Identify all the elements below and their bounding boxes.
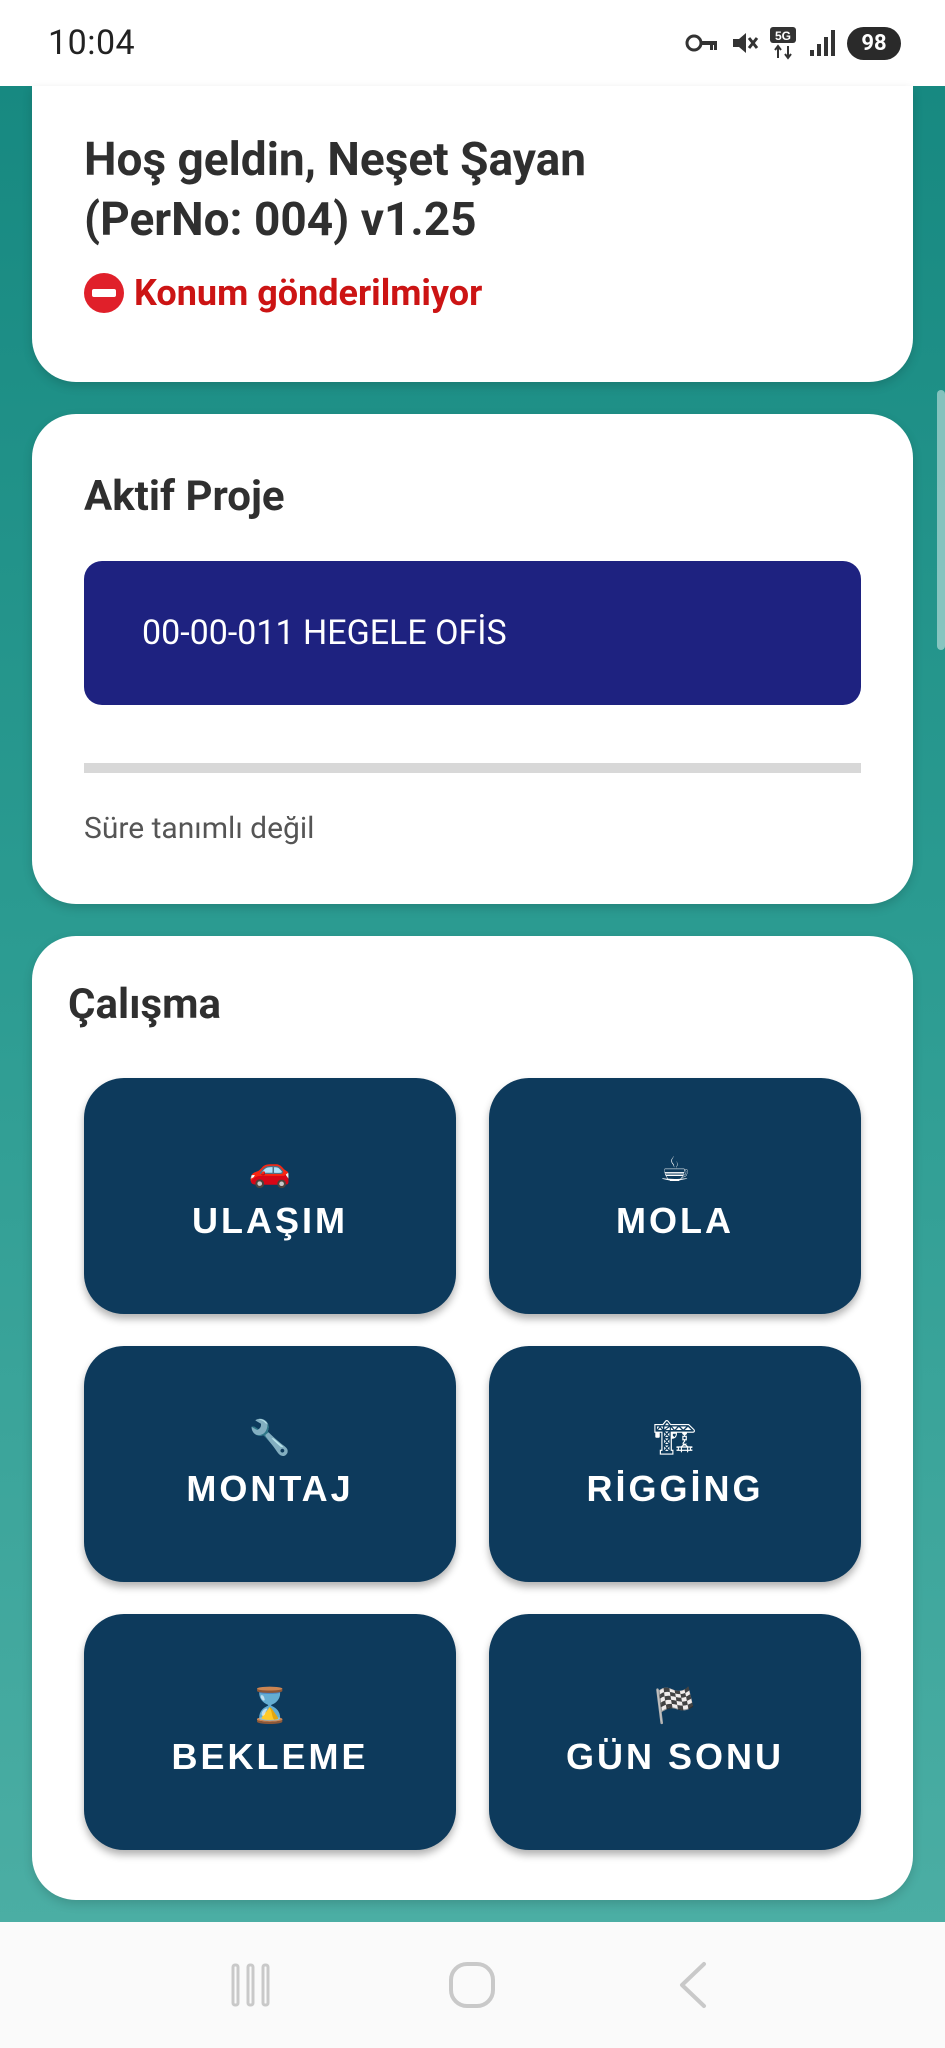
- rigging-label: RİGGİNG: [586, 1468, 764, 1509]
- vpn-key-icon: [685, 33, 719, 53]
- gun-sonu-label: GÜN SONU: [565, 1736, 784, 1777]
- status-time: 10:04: [48, 23, 136, 63]
- active-project-button[interactable]: 00-00-011 HEGELE OFİS: [84, 561, 861, 705]
- location-status-text: Konum gönderilmiyor: [134, 272, 483, 314]
- active-project-title: Aktif Proje: [84, 472, 285, 521]
- active-project-card: Aktif Proje 00-00-011 HEGELE OFİS Süre t…: [32, 414, 913, 904]
- coffee-icon: ☕: [659, 1150, 691, 1190]
- project-progress-bar: [84, 763, 861, 773]
- bekleme-label: BEKLEME: [171, 1736, 369, 1777]
- bekleme-button[interactable]: ⌛ BEKLEME: [84, 1614, 456, 1850]
- welcome-greeting: Hoş geldin, Neşet Şayan: [84, 133, 587, 187]
- location-status: Konum gönderilmiyor: [84, 272, 861, 314]
- battery-icon: 98: [847, 26, 901, 60]
- scrollbar[interactable]: [937, 390, 945, 650]
- work-title: Çalışma: [68, 980, 221, 1029]
- ulasim-button[interactable]: 🚗 ULAŞIM: [84, 1078, 456, 1314]
- mute-icon: [729, 28, 759, 58]
- 5g-icon: 5G: [769, 26, 799, 60]
- work-card: Çalışma 🚗 ULAŞIM ☕ MOLA 🔧 MONTAJ 🏗 RİGGİ…: [32, 936, 913, 1900]
- ulasim-label: ULAŞIM: [192, 1200, 348, 1241]
- mola-button[interactable]: ☕ MOLA: [489, 1078, 861, 1314]
- recent-apps-icon[interactable]: [206, 1940, 296, 2030]
- montaj-label: MONTAJ: [186, 1468, 354, 1509]
- mola-label: MOLA: [616, 1200, 734, 1241]
- gun-sonu-button[interactable]: 🏁 GÜN SONU: [489, 1614, 861, 1850]
- rigging-button[interactable]: 🏗 RİGGİNG: [489, 1346, 861, 1582]
- checkered-flag-icon: 🏁: [653, 1686, 697, 1726]
- active-project-name: 00-00-011 HEGELE OFİS: [142, 613, 507, 653]
- back-icon[interactable]: [649, 1940, 739, 2030]
- wrench-icon: 🔧: [248, 1418, 292, 1458]
- crane-icon: 🏗: [653, 1418, 697, 1458]
- home-icon[interactable]: [427, 1940, 517, 2030]
- welcome-title: Hoş geldin, Neşet Şayan (PerNo: 004) v1.…: [84, 130, 861, 250]
- signal-icon: [809, 28, 837, 58]
- navigation-bar: [0, 1922, 945, 2048]
- welcome-perno-version: (PerNo: 004) v1.25: [84, 193, 477, 247]
- status-bar: 10:04 5G 98: [0, 0, 945, 86]
- work-button-grid: 🚗 ULAŞIM ☕ MOLA 🔧 MONTAJ 🏗 RİGGİNG ⌛ BEK…: [84, 1078, 861, 1850]
- montaj-button[interactable]: 🔧 MONTAJ: [84, 1346, 456, 1582]
- duration-text: Süre tanımlı değil: [84, 811, 315, 846]
- car-icon: 🚗: [248, 1150, 292, 1190]
- hourglass-icon: ⌛: [248, 1686, 292, 1726]
- network-label: 5G: [775, 29, 791, 43]
- no-entry-icon: [84, 273, 124, 313]
- status-icons: 5G 98: [685, 26, 901, 60]
- welcome-card: Hoş geldin, Neşet Şayan (PerNo: 004) v1.…: [32, 86, 913, 382]
